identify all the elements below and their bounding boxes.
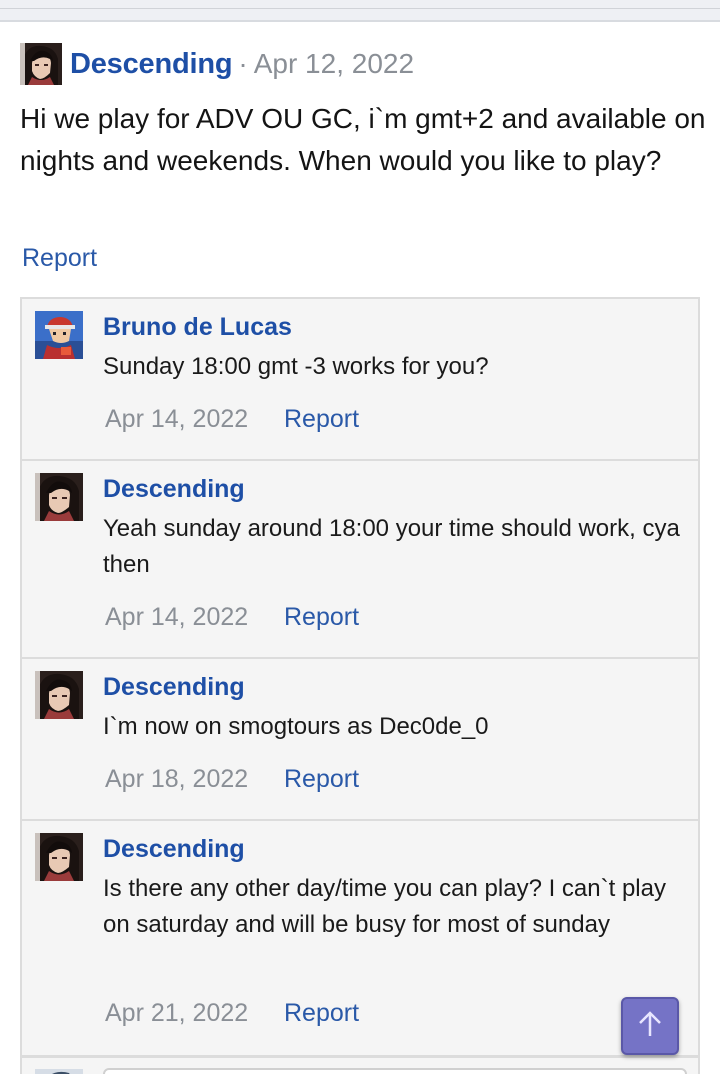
comment-text: I`m now on smogtours as Dec0de_0 [103,713,489,740]
comment-date[interactable]: Apr 21, 2022 [105,999,248,1028]
comment-date[interactable]: Apr 14, 2022 [105,603,248,632]
top-divider [0,8,720,9]
reply-input[interactable] [103,1068,687,1074]
comment-report-link[interactable]: Report [284,765,359,794]
comment-report-link[interactable]: Report [284,999,359,1028]
top-strip [0,0,720,22]
post-header: Descending · Apr 12, 2022 [20,42,414,86]
comment-item: Descending Is there any other day/time y… [22,821,698,1057]
comment-author-link[interactable]: Descending [103,673,245,702]
post-separator: · [238,48,248,79]
trainer-avatar-icon[interactable] [35,311,83,359]
arrow-up-icon [637,1010,663,1043]
comment-report-link[interactable]: Report [284,405,359,434]
comment-item: Bruno de Lucas Sunday 18:00 gmt -3 works… [22,299,698,461]
comment-item: Descending Yeah sunday around 18:00 your… [22,461,698,659]
comment-text: Sunday 18:00 gmt -3 works for you? [103,353,489,380]
comment-item: Descending I`m now on smogtours as Dec0d… [22,659,698,821]
user-avatar-icon [35,1066,83,1074]
post-author-link[interactable]: Descending [70,48,233,81]
comment-author-link[interactable]: Bruno de Lucas [103,313,292,342]
post-body: Hi we play for ADV OU GC, i`m gmt+2 and … [20,103,706,176]
dark-haired-girl-avatar-icon[interactable] [35,473,83,521]
scroll-to-top-button[interactable] [621,997,679,1055]
avatar[interactable] [20,43,62,85]
reply-row [20,1056,700,1074]
post-date[interactable]: Apr 12, 2022 [254,48,414,80]
comment-report-link[interactable]: Report [284,603,359,632]
comment-author-link[interactable]: Descending [103,835,245,864]
dark-haired-girl-avatar-icon[interactable] [35,671,83,719]
comments-list: Bruno de Lucas Sunday 18:00 gmt -3 works… [20,297,700,1074]
comment-text: Is there any other day/time you can play… [103,875,666,938]
comment-date[interactable]: Apr 18, 2022 [105,765,248,794]
comment-text: Yeah sunday around 18:00 your time shoul… [103,515,680,578]
dark-haired-girl-avatar-icon[interactable] [35,833,83,881]
comment-date[interactable]: Apr 14, 2022 [105,405,248,434]
post-report-link[interactable]: Report [22,244,97,273]
comment-author-link[interactable]: Descending [103,475,245,504]
